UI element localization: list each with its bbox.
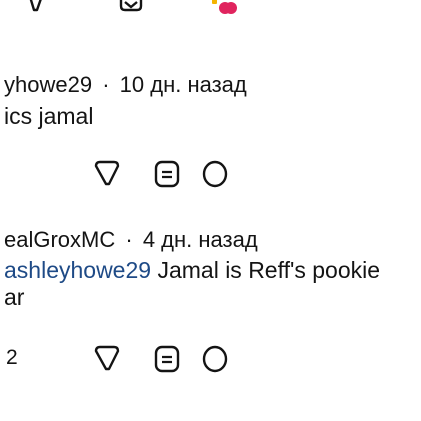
- comment-body: ashleyhowe29 Jamal is Reff's pookie: [4, 257, 380, 284]
- user-mention[interactable]: ashleyhowe29: [4, 257, 151, 283]
- comment-body-line2: ar: [4, 284, 25, 310]
- comment-author[interactable]: ealGroxMC: [4, 227, 115, 252]
- meta-separator: ·: [125, 227, 133, 252]
- comment-time: 10 дн. назад: [119, 72, 247, 97]
- reaction-count: 2: [6, 346, 18, 369]
- reply-icon[interactable]: [22, 0, 52, 16]
- bookmark-icon[interactable]: [152, 158, 182, 190]
- bookmark-icon[interactable]: [152, 343, 182, 375]
- meta-separator: ·: [102, 72, 110, 97]
- reply-icon[interactable]: [92, 158, 122, 190]
- comment-time: 4 дн. назад: [142, 227, 258, 252]
- previous-comment-actions: [0, 0, 421, 22]
- comment-meta: ealGroxMC · 4 дн. назад: [4, 227, 258, 253]
- comment-body: ics jamal: [4, 103, 94, 129]
- comment-author[interactable]: yhowe29: [4, 72, 92, 97]
- save-icon[interactable]: [116, 0, 146, 16]
- comment-text: Jamal is Reff's pookie: [151, 257, 381, 283]
- comment-actions: [0, 158, 421, 194]
- comment-icon[interactable]: [200, 158, 230, 190]
- comment-icon[interactable]: [200, 343, 230, 375]
- reply-icon[interactable]: [92, 343, 122, 375]
- heart-reaction-icon[interactable]: [209, 0, 239, 16]
- comment-actions: 2: [0, 343, 421, 379]
- comment-meta: yhowe29 · 10 дн. назад: [4, 72, 247, 98]
